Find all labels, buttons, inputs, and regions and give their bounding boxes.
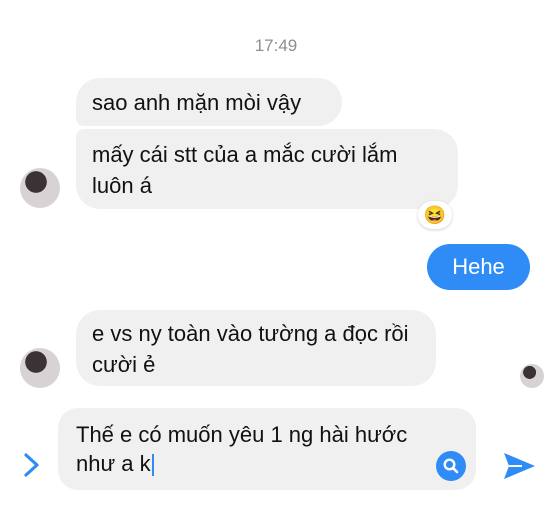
incoming-message[interactable]: mấy cái stt của a mắc cười lắm luôn á [76,129,458,209]
text-cursor [151,454,154,477]
send-button[interactable] [500,449,538,483]
incoming-message[interactable]: sao anh mặn mòi vậy [76,78,342,126]
read-receipt-avatar [520,364,544,388]
message-input-text: Thế e có muốn yêu 1 ng hài hước như a k [76,422,408,476]
message-reaction[interactable]: 😆 [418,201,452,229]
send-icon [504,453,535,479]
expand-actions-button[interactable] [18,450,44,480]
contact-avatar[interactable] [20,348,60,388]
outgoing-message[interactable]: Hehe [427,244,530,290]
message-input[interactable]: Thế e có muốn yêu 1 ng hài hước như a k [58,408,476,490]
search-button[interactable] [436,451,466,481]
chevron-right-icon [24,453,39,477]
laughing-emoji-icon: 😆 [423,205,447,225]
contact-avatar[interactable] [20,168,60,208]
message-timestamp: 17:49 [254,36,298,55]
incoming-message[interactable]: e vs ny toàn vào tường a đọc rồi cười ẻ [76,310,436,386]
search-icon [443,458,459,474]
